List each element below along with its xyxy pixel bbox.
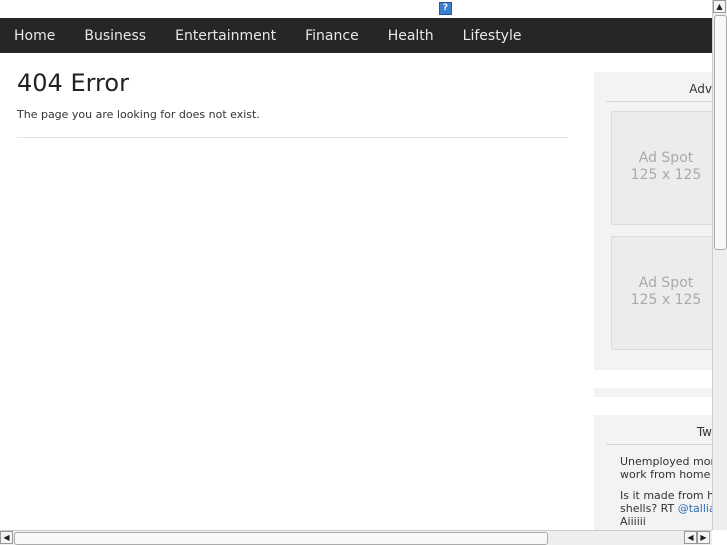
nav-business[interactable]: Business xyxy=(84,28,146,44)
twitter-user-link[interactable]: @talliac xyxy=(678,502,712,515)
vertical-scrollbar[interactable]: ▲ xyxy=(712,0,727,530)
nav-health[interactable]: Health xyxy=(388,28,434,44)
horizontal-scrollbar[interactable]: ◀ ◀ ▶ xyxy=(0,530,712,545)
nav-entertainment[interactable]: Entertainment xyxy=(175,28,276,44)
page-title: 404 Error xyxy=(17,69,129,97)
tweet: Is it made from humshells? RT @talliacAi… xyxy=(620,489,712,528)
scroll-right-icon[interactable]: ▶ xyxy=(697,531,710,544)
twitter-panel: Tw Unemployed momswork from home jol Is … xyxy=(594,415,712,530)
help-icon[interactable]: ? xyxy=(439,2,452,15)
ad-size: 125 x 125 xyxy=(630,292,702,308)
scrollbar-thumb[interactable] xyxy=(714,15,727,250)
nav-lifestyle[interactable]: Lifestyle xyxy=(463,28,522,44)
ad-label: Ad Spot xyxy=(638,275,694,291)
twitter-title: Tw xyxy=(696,425,712,439)
main-nav: Home Business Entertainment Finance Heal… xyxy=(0,18,712,53)
ads-title: Adv xyxy=(689,82,712,96)
scroll-up-icon[interactable]: ▲ xyxy=(713,0,726,13)
nav-finance[interactable]: Finance xyxy=(305,28,359,44)
ad-spot[interactable]: Ad Spot 125 x 125 xyxy=(611,236,712,350)
tweet: Unemployed momswork from home jol xyxy=(620,455,712,481)
ads-panel: Adv Ad Spot 125 x 125 Ad Spot 125 x 125 xyxy=(594,72,712,370)
error-message: The page you are looking for does not ex… xyxy=(17,108,260,121)
ad-label: Ad Spot xyxy=(638,150,694,166)
scroll-left-icon[interactable]: ◀ xyxy=(684,531,697,544)
scrollbar-thumb[interactable] xyxy=(14,532,548,545)
ad-size: 125 x 125 xyxy=(630,167,702,183)
divider xyxy=(17,137,568,138)
empty-panel xyxy=(594,388,712,397)
ad-spot[interactable]: Ad Spot 125 x 125 xyxy=(611,111,712,225)
divider xyxy=(606,101,712,102)
divider xyxy=(606,444,712,445)
nav-home[interactable]: Home xyxy=(14,28,55,44)
scroll-left-icon[interactable]: ◀ xyxy=(0,531,13,544)
